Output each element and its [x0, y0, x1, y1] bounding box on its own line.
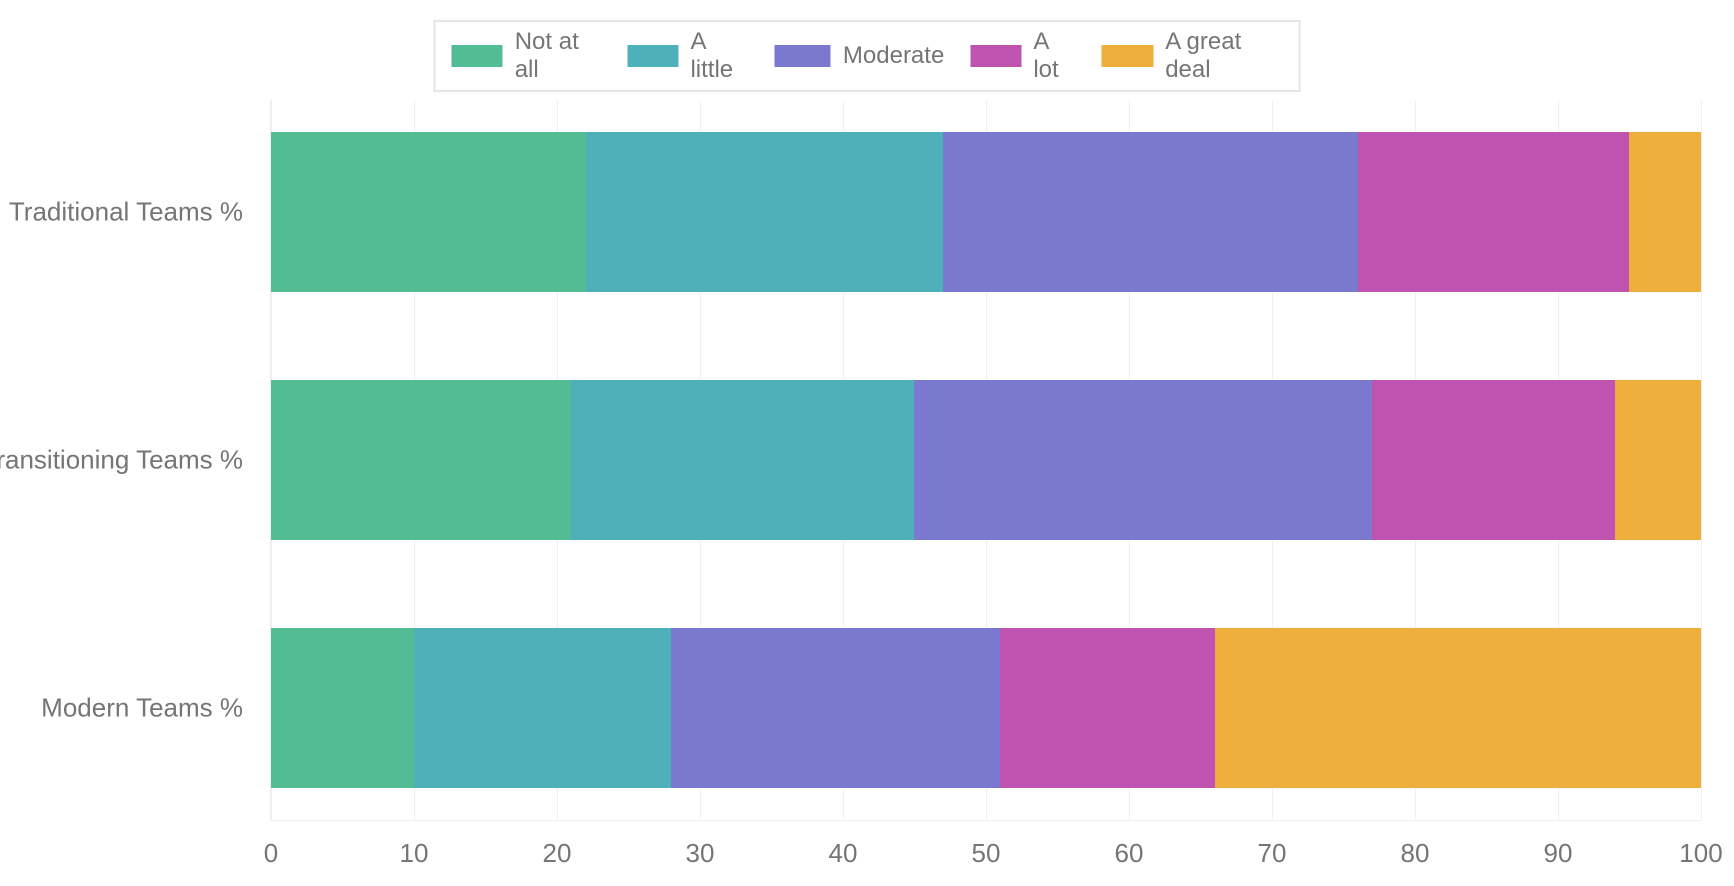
bar-row: Modern Teams %: [271, 628, 1701, 788]
x-tick-label: 30: [686, 820, 715, 869]
legend-item: Not at all: [446, 28, 608, 84]
bar-segment: [571, 380, 914, 540]
bar-segment: [671, 628, 1000, 788]
legend-swatch: [1102, 45, 1153, 67]
legend-swatch: [970, 45, 1021, 67]
bar-row: Traditional Teams %: [271, 132, 1701, 292]
x-tick-label: 40: [829, 820, 858, 869]
bar-segment: [1372, 380, 1615, 540]
legend-swatch: [627, 45, 678, 67]
plot-area: 0102030405060708090100Traditional Teams …: [270, 100, 1701, 821]
legend-label: A great deal: [1165, 28, 1282, 84]
x-tick-label: 0: [264, 820, 278, 869]
bar-segment: [1629, 132, 1701, 292]
x-tick-label: 60: [1115, 820, 1144, 869]
bar-segment: [1000, 628, 1215, 788]
bar-segment: [943, 132, 1358, 292]
x-tick-label: 90: [1544, 820, 1573, 869]
bar-segment: [1615, 380, 1701, 540]
bar-segment: [914, 380, 1372, 540]
y-axis-label: Transitioning Teams %: [0, 445, 271, 476]
bar-segment: [1358, 132, 1630, 292]
bar-segment: [414, 628, 671, 788]
bar-segment: [271, 132, 586, 292]
legend: Not at all A little Moderate A lot A gre…: [434, 20, 1301, 92]
legend-label: Moderate: [843, 42, 944, 70]
x-tick-label: 80: [1401, 820, 1430, 869]
legend-item: A great deal: [1096, 28, 1289, 84]
legend-swatch: [775, 45, 831, 67]
y-axis-label: Modern Teams %: [41, 693, 271, 724]
y-axis-label: Traditional Teams %: [9, 197, 271, 228]
bar-segment: [271, 628, 414, 788]
legend-label: A little: [690, 28, 748, 84]
bar-segment: [271, 380, 571, 540]
chart-container: Not at all A little Moderate A lot A gre…: [0, 0, 1734, 886]
legend-label: Not at all: [515, 28, 602, 84]
bar-segment: [586, 132, 944, 292]
bar-row: Transitioning Teams %: [271, 380, 1701, 540]
legend-item: A little: [621, 28, 755, 84]
x-tick-label: 70: [1258, 820, 1287, 869]
legend-item: A lot: [964, 28, 1082, 84]
legend-swatch: [452, 45, 503, 67]
x-tick-label: 50: [972, 820, 1001, 869]
bar-segment: [1215, 628, 1701, 788]
legend-item: Moderate: [769, 42, 950, 70]
x-tick-label: 10: [400, 820, 429, 869]
x-tick-label: 20: [543, 820, 572, 869]
x-tick-label: 100: [1679, 820, 1722, 869]
gridline: [1701, 100, 1702, 820]
legend-label: A lot: [1033, 28, 1076, 84]
